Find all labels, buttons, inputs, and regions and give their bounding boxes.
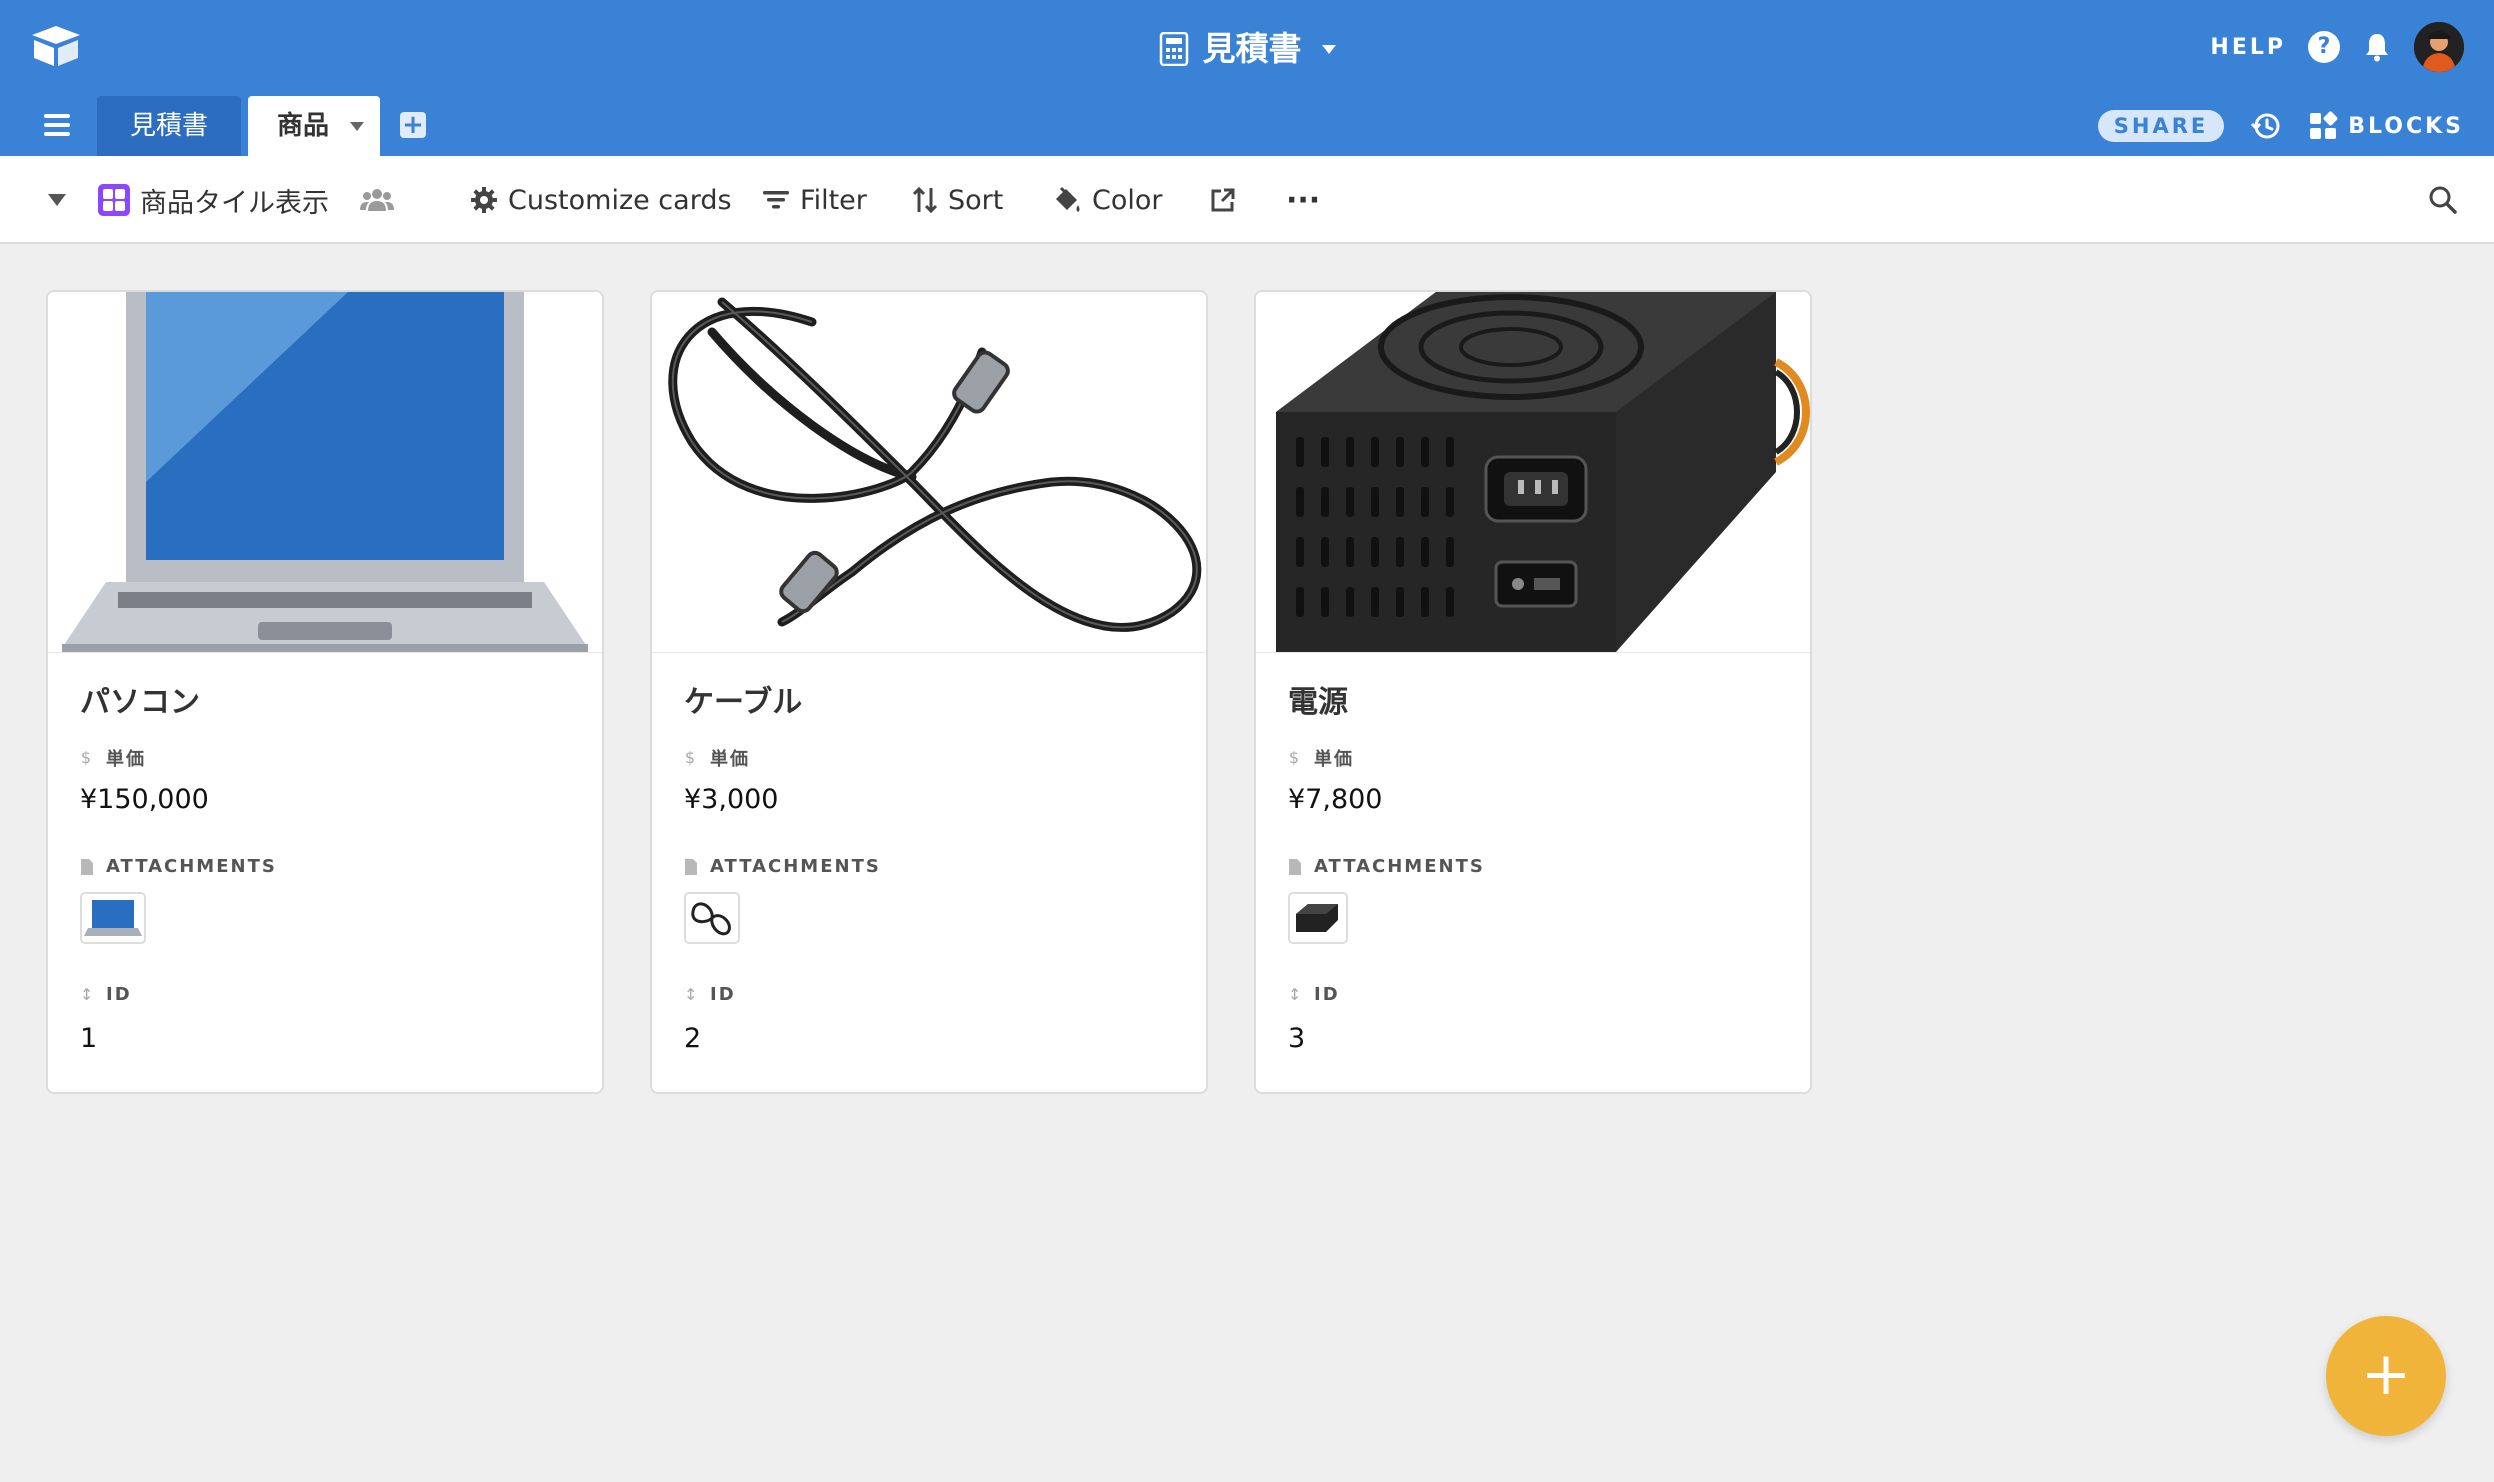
id-label: ID <box>710 984 736 1005</box>
chevron-down-icon <box>1321 44 1336 54</box>
notification-bell-icon[interactable] <box>2362 31 2392 63</box>
file-icon <box>685 858 697 875</box>
base-title-text: 見積書 <box>1202 29 1302 68</box>
table-tabs-row: 見積書 商品 + SHARE BLOCKS <box>0 96 2494 156</box>
more-options-button[interactable]: ··· <box>1286 156 1320 244</box>
add-table-icon[interactable]: + <box>400 112 426 138</box>
user-avatar[interactable] <box>2414 22 2464 72</box>
autonumber-icon: ↕ <box>1288 984 1304 1004</box>
record-card[interactable]: パソコン $ 単価 ¥150,000 ATTACHMENTS ↕ ID 1 <box>46 290 604 1094</box>
price-value: ¥7,800 <box>1288 784 1383 815</box>
customize-cards-label: Customize cards <box>508 184 732 216</box>
search-icon <box>2429 186 2457 214</box>
collaborative-view-icon[interactable] <box>360 156 394 244</box>
help-icon[interactable]: ? <box>2308 31 2340 63</box>
view-switcher[interactable]: 商品タイル表示 <box>98 156 329 244</box>
card-title: ケーブル <box>684 685 803 720</box>
base-title[interactable]: 見積書 <box>0 24 2494 74</box>
chevron-down-icon[interactable] <box>350 122 364 131</box>
attachment-thumbnail[interactable] <box>80 892 146 944</box>
tabs-right-actions: SHARE BLOCKS <box>2097 104 2464 148</box>
sort-button[interactable]: Sort <box>912 156 1003 244</box>
price-field-label: $ 単価 <box>1288 745 1354 771</box>
card-title: 電源 <box>1288 685 1348 720</box>
gear-icon <box>471 187 497 213</box>
autonumber-icon: ↕ <box>80 984 96 1004</box>
currency-icon: $ <box>684 748 698 767</box>
file-icon <box>81 858 93 875</box>
filter-icon <box>763 191 789 209</box>
views-toggle-icon[interactable] <box>48 194 66 206</box>
id-value: 1 <box>80 1023 98 1054</box>
price-value: ¥150,000 <box>80 784 209 815</box>
gallery-view-icon <box>98 184 130 216</box>
top-bar: 見積書 HELP ? 見積書 商品 + SHARE BLOCKS <box>0 0 2494 156</box>
currency-icon: $ <box>1288 748 1302 767</box>
paint-bucket-icon <box>1056 186 1080 212</box>
help-link[interactable]: HELP <box>2210 35 2286 60</box>
history-icon[interactable] <box>2250 110 2282 142</box>
color-label: Color <box>1092 184 1163 216</box>
attachments-label: ATTACHMENTS <box>710 856 881 877</box>
power-supply-image <box>1256 292 1810 653</box>
filter-label: Filter <box>800 184 867 216</box>
blocks-label: BLOCKS <box>2348 113 2464 139</box>
blocks-button[interactable]: BLOCKS <box>2308 111 2464 141</box>
cable-image <box>652 292 1206 653</box>
price-field-label: $ 単価 <box>684 745 750 771</box>
top-right-actions: HELP ? <box>2210 22 2464 72</box>
currency-icon: $ <box>80 748 94 767</box>
attachment-thumbnail[interactable] <box>1288 892 1348 944</box>
view-toolbar: 商品タイル表示 Customize cards Filter Sort Colo… <box>0 156 2494 244</box>
external-share-icon <box>1211 188 1235 212</box>
color-button[interactable]: Color <box>1052 156 1163 244</box>
attachments-field-label: ATTACHMENTS <box>684 856 881 877</box>
attachment-thumbnail[interactable] <box>684 892 740 944</box>
attachments-field-label: ATTACHMENTS <box>80 856 277 877</box>
filter-button[interactable]: Filter <box>762 156 867 244</box>
price-label: 単価 <box>1314 749 1354 770</box>
view-name: 商品タイル表示 <box>140 187 329 219</box>
tab-mitsumorisho[interactable]: 見積書 <box>97 96 241 156</box>
id-field-label: ↕ ID <box>80 984 132 1005</box>
calculator-icon <box>1159 32 1188 66</box>
share-view-button[interactable] <box>1210 156 1236 244</box>
id-field-label: ↕ ID <box>1288 984 1340 1005</box>
record-card[interactable]: 電源 $ 単価 ¥7,800 ATTACHMENTS ↕ ID 3 <box>1254 290 1812 1094</box>
menu-icon[interactable] <box>44 114 70 136</box>
id-value: 3 <box>1288 1023 1306 1054</box>
sort-label: Sort <box>948 184 1004 216</box>
add-record-button[interactable]: + <box>2326 1316 2446 1436</box>
attachments-label: ATTACHMENTS <box>106 856 277 877</box>
autonumber-icon: ↕ <box>684 984 700 1004</box>
price-label: 単価 <box>710 749 750 770</box>
sort-icon <box>912 186 938 214</box>
record-card[interactable]: ケーブル $ 単価 ¥3,000 ATTACHMENTS ↕ ID 2 <box>650 290 1208 1094</box>
file-icon <box>1289 858 1301 875</box>
attachments-field-label: ATTACHMENTS <box>1288 856 1485 877</box>
id-label: ID <box>1314 984 1340 1005</box>
price-label: 単価 <box>106 749 146 770</box>
tab-shohin[interactable]: 商品 <box>248 96 380 156</box>
share-button[interactable]: SHARE <box>2097 110 2225 142</box>
price-field-label: $ 単価 <box>80 745 146 771</box>
id-value: 2 <box>684 1023 702 1054</box>
attachments-label: ATTACHMENTS <box>1314 856 1485 877</box>
search-button[interactable] <box>2428 156 2458 244</box>
price-value: ¥3,000 <box>684 784 779 815</box>
id-label: ID <box>106 984 132 1005</box>
laptop-image <box>48 292 602 653</box>
customize-cards-button[interactable]: Customize cards <box>470 156 732 244</box>
blocks-icon <box>2310 111 2338 139</box>
id-field-label: ↕ ID <box>684 984 736 1005</box>
card-title: パソコン <box>80 685 200 720</box>
tab-label: 商品 <box>276 111 329 141</box>
